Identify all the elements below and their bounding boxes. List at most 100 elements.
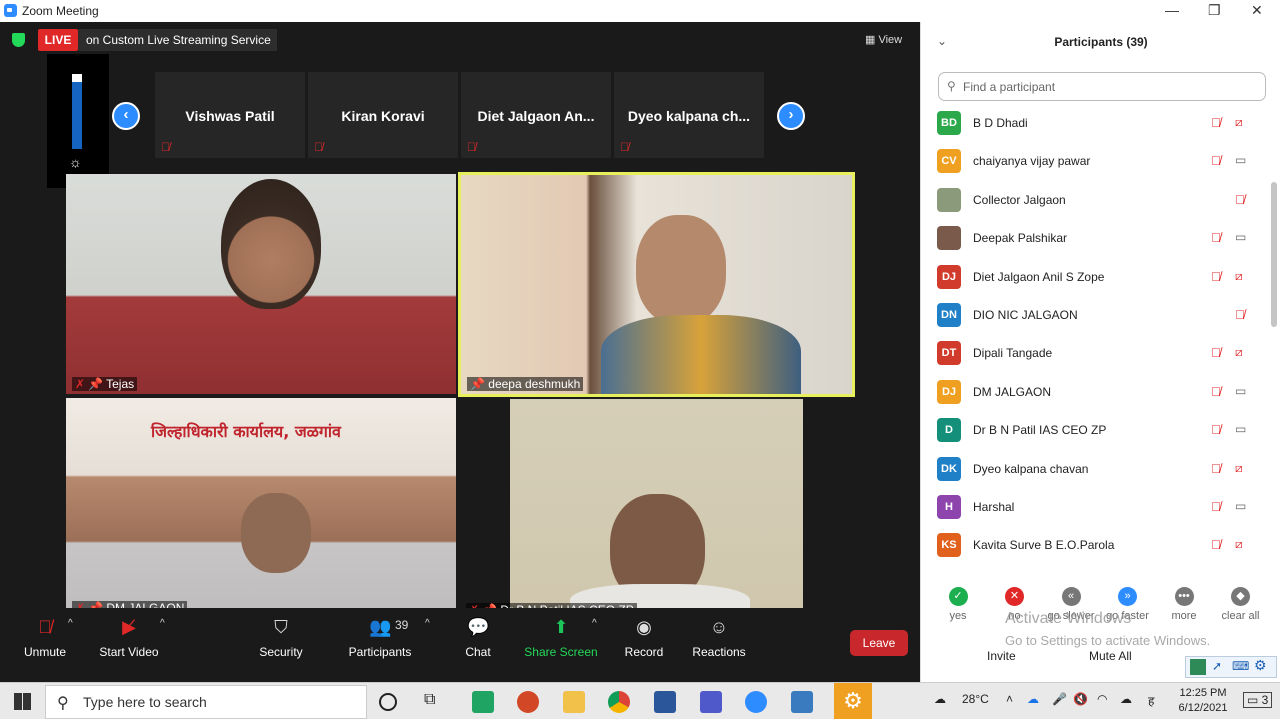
participants-panel: ⌄ Participants (39) ⚲ Find a participant…	[920, 22, 1280, 682]
floating-tray-widget[interactable]: ➚ ⌨ ⚙	[1185, 656, 1277, 678]
close-icon[interactable]: ✕	[1251, 2, 1263, 19]
invite-button[interactable]: Invite	[987, 649, 1016, 663]
wifi-icon[interactable]: ◠	[1097, 692, 1107, 706]
muted-mic-icon: 🎙̸	[1211, 268, 1221, 284]
video-tile[interactable]: ✗ 📌 Tejas	[66, 174, 456, 394]
participant-video-image	[241, 493, 311, 573]
live-service-dropdown[interactable]: on Custom Live Streaming Service ▾	[78, 29, 277, 69]
avatar: KS	[937, 533, 961, 558]
microphone-icon[interactable]: 🎤	[1052, 692, 1067, 706]
maximize-icon[interactable]: ❐	[1208, 2, 1221, 19]
participant-row[interactable]: Deepak Palshikar 🎙̸ ▭	[937, 225, 1267, 263]
audio-options-caret-icon[interactable]: ^	[68, 618, 73, 629]
participants-button[interactable]: 👥 Participants	[335, 608, 425, 682]
task-view-icon[interactable]: ⧉	[424, 691, 446, 713]
video-name-label: 📌 deepa deshmukh	[467, 377, 584, 391]
reaction-button[interactable]: ✓ yes	[930, 587, 986, 622]
taskbar-search-input[interactable]: ⚲ Type here to search	[45, 685, 367, 719]
keyboard-icon[interactable]: ⌨	[1232, 659, 1249, 673]
avatar: DK	[937, 456, 961, 481]
participant-row[interactable]: DJ Diet Jalgaon Anil S Zope 🎙̸ ⧄	[937, 264, 1267, 302]
participant-row[interactable]: D Dr B N Patil IAS CEO ZP 🎙̸ ▭	[937, 417, 1267, 455]
reaction-label: yes	[949, 610, 967, 622]
strip-next-arrow-icon[interactable]: ›	[777, 102, 805, 130]
unmute-button[interactable]: 🎙̸ Unmute	[0, 608, 90, 682]
windows-start-icon[interactable]	[14, 693, 31, 710]
view-button[interactable]: ▦ View	[865, 33, 902, 46]
gear-icon[interactable]: ⚙	[1254, 657, 1267, 674]
language-indicator[interactable]: ह	[1148, 692, 1154, 709]
strip-tile[interactable]: Kiran Koravi 🎙̸	[308, 72, 458, 158]
onedrive-icon[interactable]: ☁	[1027, 692, 1039, 706]
notification-center-icon[interactable]: ▭ 3	[1243, 692, 1273, 708]
tray-chevron-icon[interactable]: ˄	[1006, 692, 1013, 706]
participant-row[interactable]: DJ DM JALGAON 🎙̸ ▭	[937, 379, 1267, 417]
participants-count: 39	[395, 618, 409, 632]
participant-row[interactable]: DT Dipali Tangade 🎙̸ ⧄	[937, 340, 1267, 378]
participant-row[interactable]: DN DIO NIC JALGAON 🎙̸	[937, 302, 1267, 340]
participant-row[interactable]: H Harshal 🎙̸ ▭	[937, 494, 1267, 532]
video-on-icon: ▭	[1235, 153, 1247, 168]
reactions-label: Reactions	[692, 645, 746, 659]
cortana-icon[interactable]	[379, 693, 397, 711]
strip-tile-name: Kiran Koravi	[341, 108, 425, 124]
active-speaker-video-tile[interactable]: 📌 deepa deshmukh	[458, 172, 855, 397]
participant-row[interactable]: KS Kavita Surve B E.O.Parola 🎙̸ ⧄	[937, 532, 1267, 570]
chat-button[interactable]: 💬 Chat	[433, 608, 523, 682]
participant-video-image	[221, 179, 321, 309]
reaction-button[interactable]: ••• more	[1156, 587, 1212, 622]
participants-options-caret-icon[interactable]: ^	[425, 618, 430, 629]
video-tile[interactable]	[510, 399, 803, 619]
participant-list-scrollbar[interactable]	[1271, 182, 1277, 327]
avatar	[937, 226, 961, 251]
weather-icon[interactable]: ☁	[934, 692, 946, 706]
minimize-icon[interactable]: —	[1165, 2, 1179, 18]
photos-icon[interactable]	[791, 691, 813, 713]
taskbar-search-placeholder: Type here to search	[83, 694, 207, 710]
cloud-icon[interactable]: ☁	[1120, 692, 1132, 706]
participant-row[interactable]: DK Dyeo kalpana chavan 🎙̸ ⧄	[937, 456, 1267, 494]
reaction-label: clear all	[1221, 610, 1260, 622]
encryption-shield-icon[interactable]	[12, 33, 25, 47]
strip-tile[interactable]: Diet Jalgaon An... 🎙̸	[461, 72, 611, 158]
video-options-caret-icon[interactable]: ^	[160, 618, 165, 629]
settings-gear-icon[interactable]: ⚙	[834, 683, 872, 719]
tray-app-icon[interactable]	[1190, 659, 1206, 675]
zoom-logo-icon	[4, 4, 17, 17]
camtasia-icon[interactable]	[472, 691, 494, 713]
avatar: D	[937, 418, 961, 443]
strip-tile[interactable]: Vishwas Patil 🎙̸	[155, 72, 305, 158]
file-explorer-icon[interactable]	[563, 691, 585, 713]
live-service-label: on Custom Live Streaming Service	[86, 33, 271, 47]
strip-tile[interactable]: Dyeo kalpana ch... 🎙̸	[614, 72, 764, 158]
share-screen-label: Share Screen	[524, 645, 598, 659]
participant-row[interactable]: Collector Jalgaon 🎙̸	[937, 187, 1267, 225]
reaction-button[interactable]: ◆ clear all	[1213, 587, 1269, 622]
powerpoint-icon[interactable]	[517, 691, 539, 713]
tray-arrow-icon[interactable]: ➚	[1212, 659, 1222, 673]
share-options-caret-icon[interactable]: ^	[592, 618, 597, 629]
live-badge[interactable]: LIVE	[38, 29, 78, 51]
volume-muted-icon[interactable]: 🔇	[1073, 692, 1088, 706]
chrome-icon[interactable]	[608, 691, 630, 713]
meeting-area: LIVE on Custom Live Streaming Service ▾ …	[0, 22, 920, 682]
security-button[interactable]: ⛉ Security	[236, 608, 326, 682]
video-name-text: Tejas	[106, 377, 135, 391]
video-tile[interactable]: जिल्हाधिकारी कार्यालय, जळगांव ✗📌 DM JALG…	[66, 398, 456, 618]
volume-slider[interactable]: ☼	[47, 54, 109, 188]
participant-name: B D Dhadi	[973, 116, 1028, 130]
strip-prev-arrow-icon[interactable]: ‹	[112, 102, 140, 130]
participant-row[interactable]: CV chaiyanya vijay pawar 🎙̸ ▭	[937, 148, 1267, 186]
find-participant-input[interactable]: ⚲ Find a participant	[938, 72, 1266, 101]
participant-row[interactable]: BD B D Dhadi 🎙̸ ⧄	[937, 110, 1267, 148]
zoom-icon[interactable]	[745, 691, 767, 713]
reactions-button[interactable]: ☺ Reactions	[674, 608, 764, 682]
leave-button[interactable]: Leave	[850, 630, 908, 656]
teams-icon[interactable]	[700, 691, 722, 713]
mute-all-button[interactable]: Mute All	[1089, 649, 1132, 663]
word-icon[interactable]	[654, 691, 676, 713]
volume-knob[interactable]	[72, 74, 82, 82]
participant-name: Kavita Surve B E.O.Parola	[973, 538, 1115, 553]
temperature-label[interactable]: 28°C	[962, 692, 989, 706]
taskbar-clock[interactable]: 12:25 PM 6/12/2021	[1168, 686, 1238, 716]
